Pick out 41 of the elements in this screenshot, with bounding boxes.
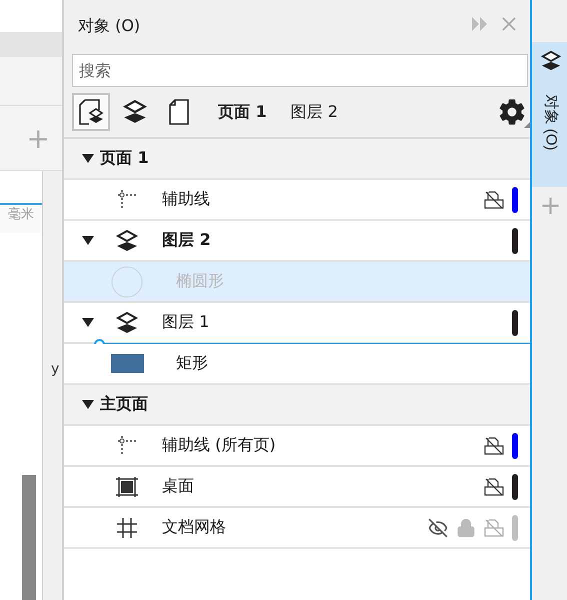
page-name: 主页面 xyxy=(99,394,149,415)
page-name: 页面 1 xyxy=(98,148,150,169)
panel-title: 对象 (O) xyxy=(78,14,142,36)
printer-off-icon xyxy=(484,518,504,538)
page-header[interactable]: 页面 1 xyxy=(64,139,530,180)
object-name: 辅助线 xyxy=(161,189,211,210)
rectangle-icon xyxy=(110,354,144,373)
current-layer: 图层 2 xyxy=(290,102,338,122)
object-name: 椭圆形 xyxy=(175,271,225,292)
expand-icon[interactable] xyxy=(82,234,94,246)
object-name: 辅助线 (所有页) xyxy=(161,435,277,456)
current-page: 页面 1 xyxy=(218,102,267,122)
object-name: 矩形 xyxy=(175,353,209,374)
expand-icon[interactable] xyxy=(82,316,94,328)
object-name: 图层 2 xyxy=(161,230,212,251)
layers-icon xyxy=(540,50,562,72)
layers-icon xyxy=(122,99,148,125)
object-name: 图层 1 xyxy=(161,312,210,333)
scroll-bar[interactable] xyxy=(22,475,36,600)
expand-icon[interactable] xyxy=(82,398,94,410)
layers-icon xyxy=(115,228,139,252)
page-layers-icon xyxy=(77,98,105,126)
object-name: 桌面 xyxy=(161,476,195,497)
view-mode-button[interactable] xyxy=(72,93,110,131)
printer-off-icon xyxy=(484,190,504,210)
layers-icon xyxy=(115,310,139,334)
ruler-unit: 毫米 xyxy=(7,206,34,223)
docker-tab[interactable]: 对象 (O) xyxy=(532,42,567,187)
search-field[interactable]: 搜索 xyxy=(72,54,528,87)
eye-off-icon[interactable] xyxy=(428,518,448,538)
printer-off-icon xyxy=(484,436,504,456)
printer-off-icon xyxy=(484,476,504,496)
object-name: 文档网格 xyxy=(161,517,227,538)
ellipse-icon xyxy=(111,266,143,298)
page-icon xyxy=(168,99,190,125)
expand-icon[interactable] xyxy=(82,152,94,164)
field-label: y xyxy=(50,361,60,377)
grid-icon xyxy=(115,516,139,540)
page-header[interactable]: 主页面 xyxy=(64,385,530,426)
tree-row[interactable]: 矩形 xyxy=(64,344,530,385)
desktop-icon xyxy=(115,474,139,498)
